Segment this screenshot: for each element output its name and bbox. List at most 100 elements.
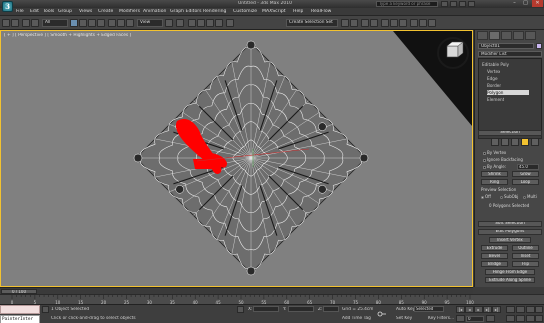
object-color-swatch[interactable] (536, 43, 542, 49)
key-mode-dropdown[interactable]: Selected (414, 306, 444, 312)
edge-level-icon[interactable] (501, 138, 509, 146)
maxscript-listener-top[interactable] (0, 305, 40, 314)
viewport-canvas[interactable] (1, 31, 472, 286)
current-frame-field[interactable]: 0 (466, 316, 484, 322)
selection-filter-dropdown[interactable]: All (42, 19, 68, 27)
add-time-tag[interactable]: Add Time Tag (342, 316, 371, 321)
menu-modifiers[interactable]: Modifiers (119, 9, 140, 14)
status-panel-icon[interactable] (42, 306, 49, 313)
extrude-button[interactable]: Extrude (481, 245, 508, 251)
stack-item-element[interactable]: Element (487, 97, 504, 102)
app-logo-icon[interactable]: 3 (2, 1, 13, 12)
menu-help[interactable]: Help (293, 9, 303, 14)
ring-button[interactable]: Ring (481, 179, 508, 185)
object-name-field[interactable]: Object01 (478, 43, 534, 49)
zoom-all-icon[interactable] (516, 306, 525, 313)
menu-group[interactable]: Group (58, 9, 72, 14)
stack-item-polygon[interactable]: Polygon (487, 90, 529, 95)
help-search-input[interactable]: Type a keyword or phrase (376, 1, 438, 7)
auto-key-button[interactable]: Auto Key (396, 307, 415, 312)
graphite-icon[interactable] (370, 19, 378, 27)
shrink-button[interactable]: Shrink (481, 171, 508, 177)
border-level-icon[interactable] (511, 138, 519, 146)
favorites-icon[interactable] (459, 1, 466, 7)
maxscript-listener-input[interactable]: PainterInter (0, 315, 40, 323)
manipulate-icon[interactable] (176, 19, 184, 27)
unlink-icon[interactable] (31, 19, 39, 27)
menu-views[interactable]: Views (79, 9, 92, 14)
zoom-extents-icon[interactable] (526, 306, 535, 313)
percent-snap-icon[interactable] (206, 19, 214, 27)
close-button[interactable]: ✕ (532, 0, 543, 7)
bridge-button[interactable]: Bridge (481, 261, 508, 267)
minimize-button[interactable]: – (509, 0, 520, 7)
menu-graph-editors[interactable]: Graph Editors (170, 9, 202, 14)
modify-tab-icon[interactable] (489, 31, 500, 40)
prev-frame-icon[interactable]: ◂ (465, 306, 474, 313)
create-tab-icon[interactable] (477, 31, 488, 40)
hierarchy-tab-icon[interactable] (501, 31, 512, 40)
spinner-snap-icon[interactable] (215, 19, 223, 27)
stack-item-vertex[interactable]: Vertex (487, 69, 500, 74)
modifier-list-dropdown[interactable]: Modifier List (478, 51, 542, 57)
material-editor-icon[interactable] (399, 19, 407, 27)
edit-polygons-rollout[interactable]: Edit Polygons (478, 229, 542, 235)
angle-snap-icon[interactable] (197, 19, 205, 27)
curve-editor-icon[interactable] (381, 19, 389, 27)
loop-button[interactable]: Loop (512, 179, 539, 185)
time-config-icon[interactable] (486, 315, 495, 322)
perspective-viewport[interactable]: [ + ] [ Perspective ] [ Smooth + Highlig… (0, 30, 473, 287)
key-filters-button[interactable]: Key Filters... (428, 316, 454, 321)
play-icon[interactable]: ▸ (474, 306, 483, 313)
insert-vertex-button[interactable]: Insert Vertex (489, 237, 531, 243)
mirror-icon[interactable] (341, 19, 349, 27)
ignore-backfacing-checkbox[interactable]: Ignore Backfacing (483, 157, 523, 162)
next-frame-icon[interactable]: ▸| (483, 306, 492, 313)
extrude-along-spline-button[interactable]: Extrude Along Spline (485, 277, 535, 283)
menu-edit[interactable]: Edit (30, 9, 39, 14)
move-icon[interactable] (108, 19, 116, 27)
display-tab-icon[interactable] (525, 31, 536, 40)
z-coordinate-field[interactable] (323, 306, 339, 312)
snap-icon[interactable] (188, 19, 196, 27)
window-crossing-icon[interactable] (97, 19, 105, 27)
flip-button[interactable]: Flip (512, 261, 539, 267)
select-by-name-icon[interactable] (79, 19, 87, 27)
align-icon[interactable] (350, 19, 358, 27)
rect-selection-icon[interactable] (88, 19, 96, 27)
menu-realflow[interactable]: RealFlow (311, 9, 331, 14)
select-object-icon[interactable] (70, 19, 78, 27)
stack-item-editable-poly[interactable]: Editable Poly (482, 62, 509, 67)
menu-tools[interactable]: Tools (43, 9, 54, 14)
set-key-button[interactable]: Set Key (396, 316, 412, 321)
outline-button[interactable]: Outline (512, 245, 539, 251)
bevel-button[interactable]: Bevel (481, 253, 508, 259)
zoom-extents-all-icon[interactable] (535, 306, 543, 313)
element-level-icon[interactable] (531, 138, 539, 146)
preview-subobj-radio[interactable]: SubObj (500, 194, 518, 199)
search-icon[interactable] (441, 1, 448, 7)
key-icon[interactable] (377, 309, 387, 319)
stack-item-edge[interactable]: Edge (487, 76, 498, 81)
stack-item-border[interactable]: Border (487, 83, 501, 88)
hinge-from-edge-button[interactable]: Hinge From Edge (485, 269, 535, 275)
soft-selection-rollout[interactable]: Soft Selection (478, 221, 542, 227)
menu-animation[interactable]: Animation (143, 9, 166, 14)
selection-rollout-title[interactable]: Selection (478, 130, 542, 136)
named-selection-dropdown[interactable]: Create Selection Set (286, 19, 338, 27)
help-icon[interactable] (468, 1, 475, 7)
undo-icon[interactable] (2, 19, 10, 27)
layer-manager-icon[interactable] (361, 19, 369, 27)
key-mode-toggle-icon[interactable] (456, 315, 465, 322)
by-angle-checkbox[interactable]: By Angle: (483, 164, 506, 169)
y-coordinate-field[interactable] (288, 306, 314, 312)
pan-icon[interactable] (516, 315, 525, 322)
motion-tab-icon[interactable] (513, 31, 524, 40)
schematic-view-icon[interactable] (390, 19, 398, 27)
goto-start-icon[interactable]: |◂ (456, 306, 465, 313)
render-icon[interactable] (428, 19, 436, 27)
link-icon[interactable] (22, 19, 30, 27)
grow-button[interactable]: Grow (512, 171, 539, 177)
preview-off-radio[interactable]: Off (481, 194, 491, 199)
menu-create[interactable]: Create (98, 9, 113, 14)
